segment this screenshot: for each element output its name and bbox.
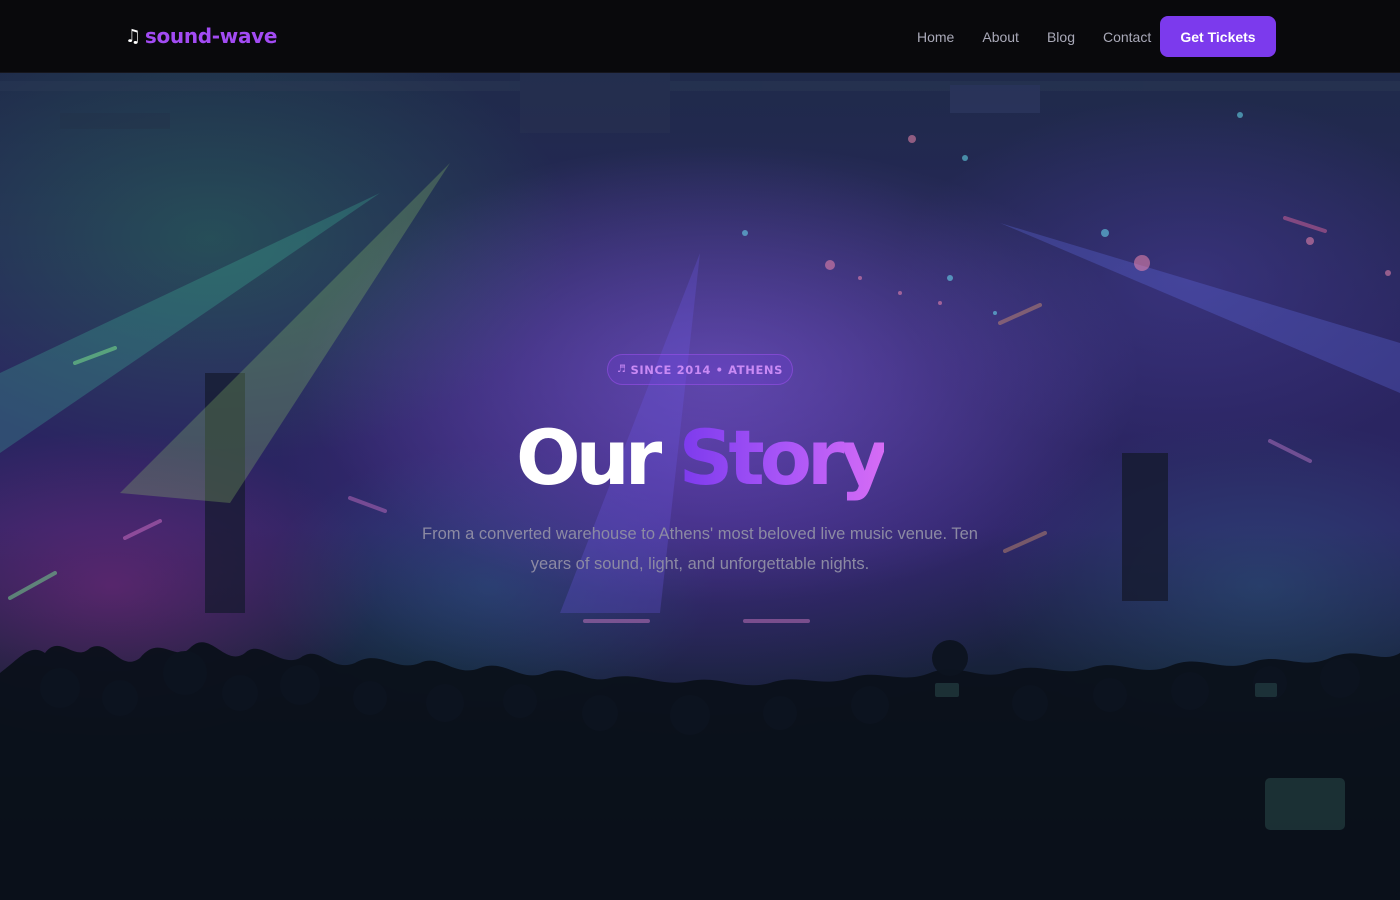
stage-truss: [0, 73, 1400, 133]
nav-link-blog[interactable]: Blog: [1047, 29, 1075, 45]
get-tickets-button[interactable]: Get Tickets: [1160, 16, 1276, 57]
navbar: ♫ sound-wave Home About Blog Contact Get…: [0, 0, 1400, 73]
nav-link-contact[interactable]: Contact: [1103, 29, 1151, 45]
page-title: Our Story: [0, 413, 1400, 503]
nav-link-home[interactable]: Home: [917, 29, 954, 45]
badge-text: SINCE 2014 • ATHENS: [630, 362, 784, 377]
brand-name: sound-wave: [144, 24, 278, 48]
title-accent-part: Story: [678, 413, 889, 502]
hero-section: ♬ SINCE 2014 • ATHENS Our Story From a c…: [0, 73, 1400, 900]
hero-subtitle: From a converted warehouse to Athens' mo…: [422, 525, 978, 573]
music-note-icon: ♬: [616, 364, 627, 375]
music-note-icon: ♫: [125, 25, 141, 47]
brand-logo[interactable]: ♫ sound-wave: [125, 24, 277, 48]
since-badge: ♬ SINCE 2014 • ATHENS: [607, 354, 793, 385]
nav-link-about[interactable]: About: [982, 29, 1019, 45]
nav-links: Home About Blog Contact: [917, 29, 1151, 45]
title-white-part: Our: [516, 413, 679, 502]
